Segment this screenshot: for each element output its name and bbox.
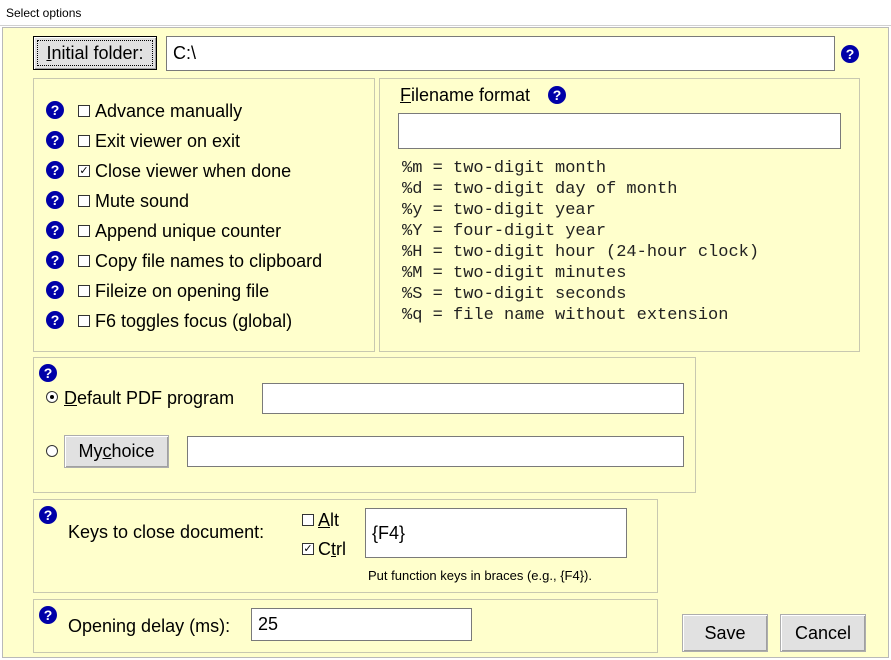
filename-format-title-rest: ilename format xyxy=(411,85,531,105)
cancel-button[interactable]: Cancel xyxy=(780,614,866,652)
ctrl-checkbox[interactable]: ✓ xyxy=(302,543,314,555)
initial-folder-button[interactable]: Initial folder: xyxy=(33,36,157,70)
default-pdf-radio[interactable] xyxy=(46,391,58,403)
help-glyph: ? xyxy=(43,607,53,623)
my-choice-input[interactable] xyxy=(187,436,684,467)
help-icon[interactable]: ? xyxy=(46,131,64,149)
save-button[interactable]: Save xyxy=(682,614,768,652)
format-code-line: %m = two-digit month xyxy=(402,159,607,178)
help-glyph: ? xyxy=(50,282,60,298)
option-checkbox[interactable] xyxy=(78,285,90,297)
help-icon[interactable]: ? xyxy=(46,161,64,179)
option-checkbox[interactable] xyxy=(78,255,90,267)
initial-folder-label-post: nitial folder: xyxy=(51,42,144,63)
format-code-line: %q = file name without extension xyxy=(402,306,729,325)
help-icon[interactable]: ? xyxy=(46,311,64,329)
help-glyph: ? xyxy=(552,87,562,103)
alt-label-rest: lt xyxy=(330,510,340,530)
option-label[interactable]: Mute sound xyxy=(95,191,189,212)
alt-checkbox[interactable] xyxy=(302,514,314,526)
format-code-line: %y = two-digit year xyxy=(402,201,596,220)
dialog-body: Initial folder: C:\ ? ? Advance manually?… xyxy=(2,27,889,658)
initial-folder-input[interactable]: C:\ xyxy=(166,36,835,71)
opening-delay-value: 25 xyxy=(258,614,279,634)
help-icon[interactable]: ? xyxy=(46,281,64,299)
help-glyph: ? xyxy=(50,222,60,238)
window-titlebar: Select options xyxy=(0,0,891,26)
my-choice-button[interactable]: My c hoice xyxy=(64,435,169,468)
help-glyph: ? xyxy=(50,162,60,178)
default-pdf-input[interactable] xyxy=(262,383,684,414)
filename-format-input[interactable] xyxy=(398,113,841,149)
format-code-line: %S = two-digit seconds xyxy=(402,285,627,304)
option-label[interactable]: Close viewer when done xyxy=(95,161,291,182)
help-glyph: ? xyxy=(50,312,60,328)
format-code-line: %M = two-digit minutes xyxy=(402,264,627,283)
filename-format-group: Filename format ? %m = two-digit month %d… xyxy=(379,78,860,352)
options-group: ? Advance manually? Exit viewer on exit? ✓ C… xyxy=(33,78,375,352)
my-choice-label-pre: My xyxy=(78,441,103,461)
option-checkbox[interactable] xyxy=(78,135,90,147)
help-icon[interactable]: ? xyxy=(46,221,64,239)
cancel-button-label: Cancel xyxy=(794,622,852,643)
default-pdf-label[interactable]: Default PDF program xyxy=(64,388,234,409)
format-code-line: %d = two-digit day of month xyxy=(402,180,678,199)
opening-delay-group: ? Opening delay (ms): 25 xyxy=(33,599,658,653)
initial-folder-value: C:\ xyxy=(173,43,197,63)
option-label[interactable]: Append unique counter xyxy=(95,221,281,242)
help-icon[interactable]: ? xyxy=(39,364,57,382)
keys-to-close-label: Keys to close document: xyxy=(68,522,265,542)
my-choice-label-accel: c xyxy=(102,441,112,461)
option-label[interactable]: Exit viewer on exit xyxy=(95,131,240,152)
option-checkbox[interactable] xyxy=(78,195,90,207)
option-checkbox[interactable] xyxy=(78,315,90,327)
help-glyph: ? xyxy=(50,102,60,118)
my-choice-label-post: hoice xyxy=(111,441,155,461)
help-icon[interactable]: ? xyxy=(39,606,57,624)
help-icon[interactable]: ? xyxy=(46,251,64,269)
help-glyph: ? xyxy=(50,192,60,208)
help-glyph: ? xyxy=(50,252,60,268)
help-icon[interactable]: ? xyxy=(46,101,64,119)
keys-to-close-group: ? Keys to close document: Alt ✓ Ctrl {F4… xyxy=(33,499,658,593)
help-icon[interactable]: ? xyxy=(39,506,57,524)
window-title: Select options xyxy=(6,6,82,20)
ctrl-label-pre: C xyxy=(318,539,331,559)
check-mark: ✓ xyxy=(79,164,89,177)
help-icon[interactable]: ? xyxy=(548,86,566,104)
option-label[interactable]: F6 toggles focus (global) xyxy=(95,311,292,332)
option-label[interactable]: Fileize on opening file xyxy=(95,281,269,302)
save-button-label: Save xyxy=(704,622,746,643)
alt-label[interactable]: Alt xyxy=(318,510,339,531)
option-checkbox[interactable] xyxy=(78,225,90,237)
ctrl-check-mark: ✓ xyxy=(303,542,313,555)
option-label[interactable]: Advance manually xyxy=(95,101,242,122)
filename-format-title-accel: F xyxy=(400,85,411,105)
option-checkbox[interactable] xyxy=(78,105,90,117)
alt-label-accel: A xyxy=(318,510,331,530)
opening-delay-input[interactable]: 25 xyxy=(251,608,472,641)
option-checkbox[interactable]: ✓ xyxy=(78,165,90,177)
option-label[interactable]: Copy file names to clipboard xyxy=(95,251,322,272)
filename-format-title: Filename format xyxy=(400,85,530,106)
format-code-line: %H = two-digit hour (24-hour clock) xyxy=(402,243,760,262)
default-pdf-label-rest: efault PDF program xyxy=(77,388,235,408)
keys-to-close-value: {F4} xyxy=(372,522,406,543)
ctrl-label-post: rl xyxy=(336,539,347,559)
help-glyph: ? xyxy=(50,132,60,148)
help-glyph: ? xyxy=(845,46,855,62)
help-icon[interactable]: ? xyxy=(841,45,859,63)
format-code-line: %Y = four-digit year xyxy=(402,222,607,241)
help-glyph: ? xyxy=(43,365,53,381)
default-pdf-label-accel: D xyxy=(64,388,77,408)
my-choice-radio[interactable] xyxy=(46,445,58,457)
help-icon[interactable]: ? xyxy=(46,191,64,209)
keys-to-close-input[interactable]: {F4} xyxy=(365,508,627,558)
opening-delay-label: Opening delay (ms): xyxy=(68,616,231,636)
ctrl-label[interactable]: Ctrl xyxy=(318,539,346,560)
pdf-program-group: ? Default PDF program My c hoice xyxy=(33,357,696,493)
help-glyph: ? xyxy=(43,507,53,523)
keys-hint: Put function keys in braces (e.g., {F4})… xyxy=(368,568,593,583)
